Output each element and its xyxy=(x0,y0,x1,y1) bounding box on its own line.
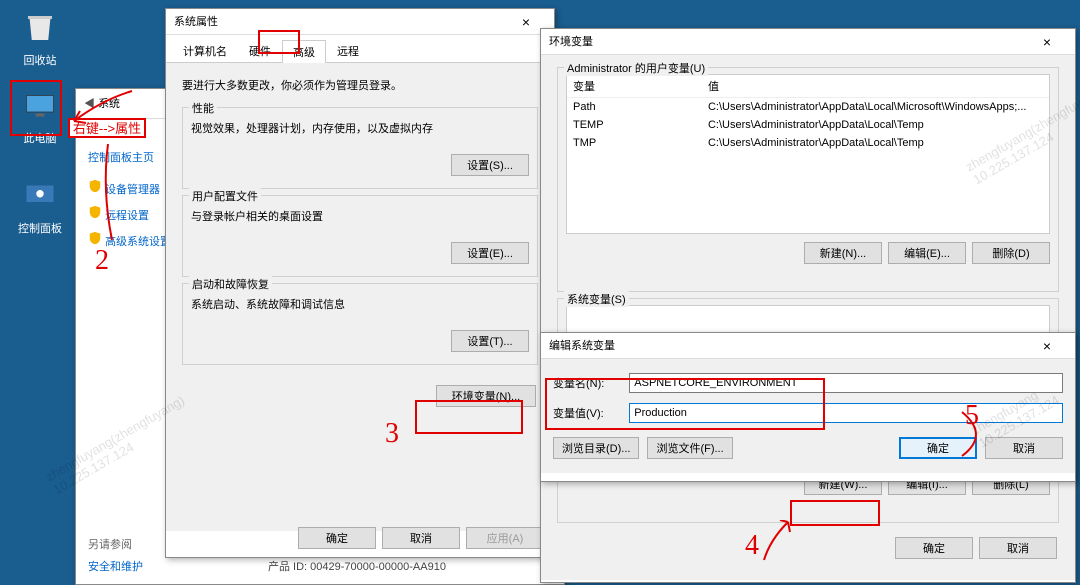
cancel-button[interactable]: 取消 xyxy=(382,527,460,549)
desktop-recycle[interactable]: 回收站 xyxy=(15,10,65,68)
profile-title: 用户配置文件 xyxy=(189,188,261,204)
recycle-bin-icon xyxy=(22,10,58,46)
shield-icon xyxy=(88,205,102,219)
env-ok-button[interactable]: 确定 xyxy=(895,537,973,559)
close-icon[interactable]: × xyxy=(1027,29,1067,55)
browse-file-button[interactable]: 浏览文件(F)... xyxy=(647,437,732,459)
table-row: PathC:\Users\Administrator\AppData\Local… xyxy=(567,98,1049,117)
annotation-box xyxy=(415,400,523,434)
tabs: 计算机名 硬件 高级 远程 xyxy=(166,35,554,63)
annotation-box xyxy=(790,500,880,526)
shield-icon xyxy=(88,231,102,245)
browse-dir-button[interactable]: 浏览目录(D)... xyxy=(553,437,639,459)
sys-vars-title: 系统变量(S) xyxy=(564,291,629,307)
annotation-box xyxy=(10,80,62,136)
security-link[interactable]: 安全和维护 xyxy=(88,558,143,574)
desktop-control[interactable]: 控制面板 xyxy=(15,178,65,236)
table-row: TEMPC:\Users\Administrator\AppData\Local… xyxy=(567,116,1049,134)
annotation-box xyxy=(258,30,300,54)
startup-desc: 系统启动、系统故障和调试信息 xyxy=(191,290,529,318)
product-id: 产品 ID: 00429-70000-00000-AA910 xyxy=(268,558,446,574)
table-row: TMPC:\Users\Administrator\AppData\Local\… xyxy=(567,134,1049,152)
see-also-title: 另请参阅 xyxy=(88,536,143,552)
dialog-title: 系统属性 xyxy=(174,9,218,35)
advanced-sys-link[interactable]: 高级系统设置 xyxy=(105,236,171,248)
control-panel-icon xyxy=(22,178,58,214)
profile-settings-button[interactable]: 设置(E)... xyxy=(451,242,529,264)
annotation-box: 右键-->属性 xyxy=(68,118,146,138)
user-vars-title: Administrator 的用户变量(U) xyxy=(564,60,708,76)
annotation-number: 2 xyxy=(95,245,109,277)
annotation-box xyxy=(545,378,825,430)
desktop-label: 回收站 xyxy=(15,52,65,68)
user-vars-table[interactable]: 变量值 PathC:\Users\Administrator\AppData\L… xyxy=(567,75,1049,152)
device-mgr-link[interactable]: 设备管理器 xyxy=(105,184,160,196)
apply-button: 应用(A) xyxy=(466,527,544,549)
system-properties-dialog: 系统属性 × 计算机名 硬件 高级 远程 要进行大多数更改，你必须作为管理员登录… xyxy=(165,8,555,558)
admin-note: 要进行大多数更改，你必须作为管理员登录。 xyxy=(172,69,548,101)
startup-settings-button[interactable]: 设置(T)... xyxy=(451,330,529,352)
remote-link[interactable]: 远程设置 xyxy=(105,210,149,222)
dialog-title: 环境变量 xyxy=(549,29,593,55)
perf-title: 性能 xyxy=(189,100,217,116)
new-user-var-button[interactable]: 新建(N)... xyxy=(804,242,882,264)
profile-desc: 与登录帐户相关的桌面设置 xyxy=(191,202,529,230)
annotation-number: 3 xyxy=(385,418,399,450)
perf-settings-button[interactable]: 设置(S)... xyxy=(451,154,529,176)
startup-title: 启动和故障恢复 xyxy=(189,276,272,292)
del-user-var-button[interactable]: 删除(D) xyxy=(972,242,1050,264)
edit-ok-button[interactable]: 确定 xyxy=(899,437,977,459)
close-icon[interactable]: × xyxy=(1027,333,1067,359)
tab-computer-name[interactable]: 计算机名 xyxy=(172,39,238,62)
annotation-number: 5 xyxy=(965,400,979,432)
annotation-number: 4 xyxy=(745,530,759,562)
ok-button[interactable]: 确定 xyxy=(298,527,376,549)
perf-desc: 视觉效果，处理器计划，内存使用，以及虚拟内存 xyxy=(191,114,529,142)
dialog-title: 编辑系统变量 xyxy=(549,333,615,359)
desktop-label: 控制面板 xyxy=(15,220,65,236)
env-cancel-button[interactable]: 取消 xyxy=(979,537,1057,559)
tab-remote[interactable]: 远程 xyxy=(326,39,370,62)
edit-cancel-button[interactable]: 取消 xyxy=(985,437,1063,459)
shield-icon xyxy=(88,179,102,193)
edit-user-var-button[interactable]: 编辑(E)... xyxy=(888,242,966,264)
